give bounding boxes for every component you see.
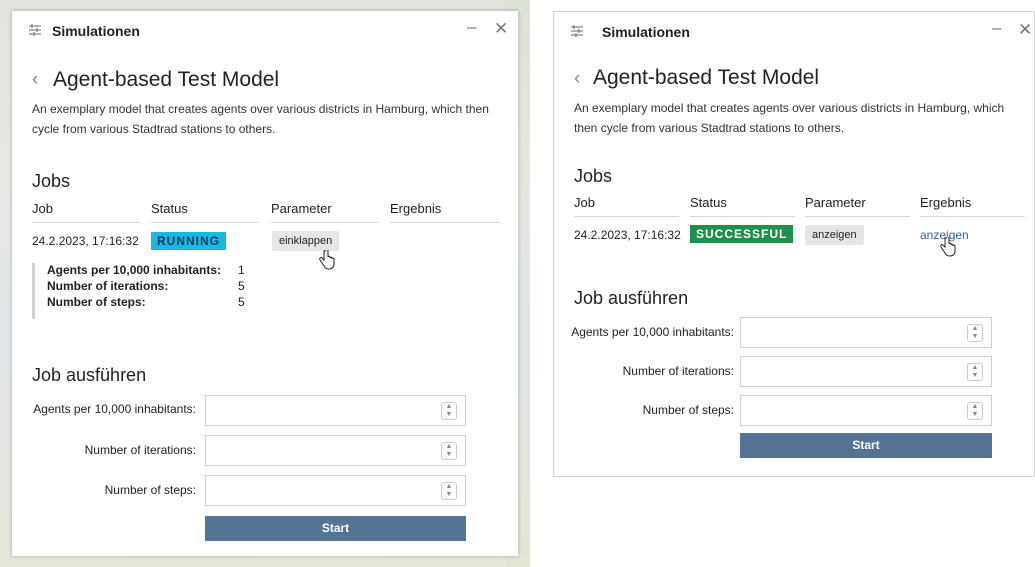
stepper-icon[interactable]: ▲ ▼: [441, 442, 457, 460]
agents-label: Agents per 10,000 inhabitants:: [33, 402, 196, 416]
stepper-icon[interactable]: ▲ ▼: [967, 402, 983, 420]
close-icon[interactable]: ✕: [1018, 20, 1032, 40]
column-header-status: Status: [151, 201, 259, 223]
column-header-job: Job: [32, 201, 140, 223]
param-label: Number of iterations:: [47, 279, 169, 293]
column-header-parameter: Parameter: [271, 201, 379, 223]
sliders-icon: [571, 25, 583, 37]
run-job-heading: Job ausführen: [574, 288, 689, 308]
app-title: Simulationen: [602, 24, 690, 40]
steps-label: Number of steps:: [104, 483, 196, 497]
iterations-input[interactable]: ▲ ▼: [205, 435, 466, 466]
collapse-parameters-button[interactable]: einklappen: [272, 231, 340, 251]
minimize-icon[interactable]: –: [992, 18, 1001, 38]
param-value: 5: [238, 279, 245, 293]
param-row: Number of iterations: 5: [47, 279, 257, 295]
stepper-icon[interactable]: ▲ ▼: [441, 482, 457, 500]
iterations-label: Number of iterations:: [622, 364, 734, 378]
titlebar: Simulationen – ✕: [554, 12, 1034, 52]
param-row: Number of steps: 5: [47, 295, 257, 311]
chevron-left-icon[interactable]: ‹: [574, 68, 580, 90]
stepper-icon[interactable]: ▲ ▼: [967, 324, 983, 342]
column-header-job: Job: [574, 195, 679, 217]
show-parameters-button[interactable]: anzeigen: [805, 225, 864, 245]
model-title: Agent-based Test Model: [53, 68, 280, 91]
column-header-status: Status: [690, 195, 795, 217]
iterations-input[interactable]: ▲ ▼: [740, 356, 992, 387]
chevron-left-icon[interactable]: ‹: [32, 69, 38, 91]
job-time: 24.2.2023, 17:16:32: [574, 228, 681, 242]
hand-pointer-icon: [940, 237, 956, 257]
app-title: Simulationen: [52, 23, 140, 39]
param-value: 1: [238, 263, 245, 277]
param-label: Agents per 10,000 inhabitants:: [47, 263, 222, 277]
minimize-icon[interactable]: –: [467, 17, 476, 37]
jobs-heading: Jobs: [574, 166, 613, 186]
jobs-heading: Jobs: [32, 171, 71, 191]
agents-input[interactable]: ▲ ▼: [205, 395, 466, 426]
model-title: Agent-based Test Model: [593, 66, 820, 89]
column-header-ergebnis: Ergebnis: [390, 201, 500, 223]
start-button[interactable]: Start: [740, 433, 992, 458]
simulation-panel-left: Simulationen – ✕ ‹ Agent-based Test Mode…: [12, 11, 518, 556]
steps-input[interactable]: ▲ ▼: [205, 475, 466, 506]
column-header-parameter: Parameter: [805, 195, 910, 217]
stepper-icon[interactable]: ▲ ▼: [441, 402, 457, 420]
close-icon[interactable]: ✕: [494, 19, 508, 39]
status-badge-running: RUNNING: [151, 232, 226, 250]
param-label: Number of steps:: [47, 295, 146, 309]
job-time: 24.2.2023, 17:16:32: [32, 234, 139, 248]
param-row: Agents per 10,000 inhabitants: 1: [47, 263, 257, 279]
steps-input[interactable]: ▲ ▼: [740, 395, 992, 426]
parameter-details: Agents per 10,000 inhabitants: 1 Number …: [32, 263, 257, 319]
column-header-ergebnis: Ergebnis: [920, 195, 1025, 217]
agents-input[interactable]: ▲ ▼: [740, 317, 992, 348]
model-description: An exemplary model that creates agents o…: [574, 101, 1005, 135]
status-badge-successful: SUCCESSFUL: [690, 225, 794, 243]
agents-label: Agents per 10,000 inhabitants:: [571, 325, 734, 339]
sliders-icon: [29, 24, 41, 36]
iterations-label: Number of iterations:: [84, 443, 196, 457]
titlebar: Simulationen – ✕: [12, 11, 518, 51]
run-job-heading: Job ausführen: [32, 365, 147, 385]
simulation-panel-right: Simulationen – ✕ ‹ Agent-based Test Mode…: [553, 11, 1035, 477]
steps-label: Number of steps:: [642, 403, 734, 417]
param-value: 5: [238, 295, 245, 309]
start-button[interactable]: Start: [205, 516, 466, 541]
hand-pointer-icon: [319, 250, 335, 270]
stepper-icon[interactable]: ▲ ▼: [967, 363, 983, 381]
model-description: An exemplary model that creates agents o…: [32, 102, 489, 136]
